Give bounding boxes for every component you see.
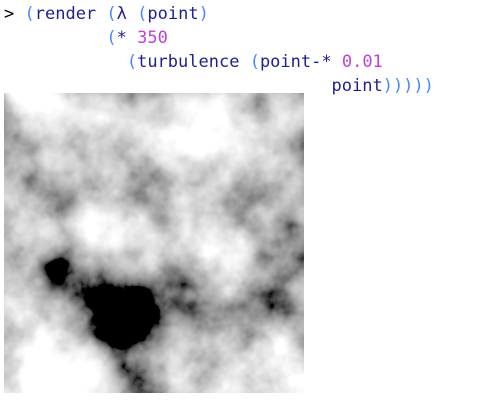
function-turbulence: turbulence bbox=[137, 52, 240, 72]
function-point-multiply: point-* bbox=[259, 52, 332, 72]
repl-line-3: (turbulence (point-* 0.01 bbox=[4, 50, 434, 74]
paren-open: ( bbox=[249, 52, 260, 72]
repl-line-1: > (render (λ (point) bbox=[4, 2, 434, 26]
identifier-point: point bbox=[331, 76, 383, 96]
number-350: 350 bbox=[137, 28, 168, 48]
paren-open: ( bbox=[137, 4, 148, 24]
paren-open: ( bbox=[106, 28, 117, 48]
repl-prompt: > bbox=[4, 4, 15, 24]
render-output-image bbox=[4, 93, 304, 393]
repl-code-block: > (render (λ (point) (* 350 (turbulence … bbox=[4, 2, 434, 98]
paren-open: ( bbox=[106, 4, 117, 24]
keyword-render: render bbox=[34, 4, 97, 24]
keyword-lambda: λ bbox=[116, 4, 127, 24]
number-0-01: 0.01 bbox=[341, 52, 383, 72]
paren-close: ) bbox=[198, 4, 209, 24]
repl-line-2: (* 350 bbox=[4, 26, 434, 50]
operator-multiply: * bbox=[116, 28, 127, 48]
turbulence-noise-image bbox=[4, 93, 304, 393]
identifier-point: point bbox=[147, 4, 199, 24]
paren-open: ( bbox=[126, 52, 138, 72]
paren-open: ( bbox=[24, 4, 35, 24]
paren-close-group: ))))) bbox=[382, 76, 434, 96]
